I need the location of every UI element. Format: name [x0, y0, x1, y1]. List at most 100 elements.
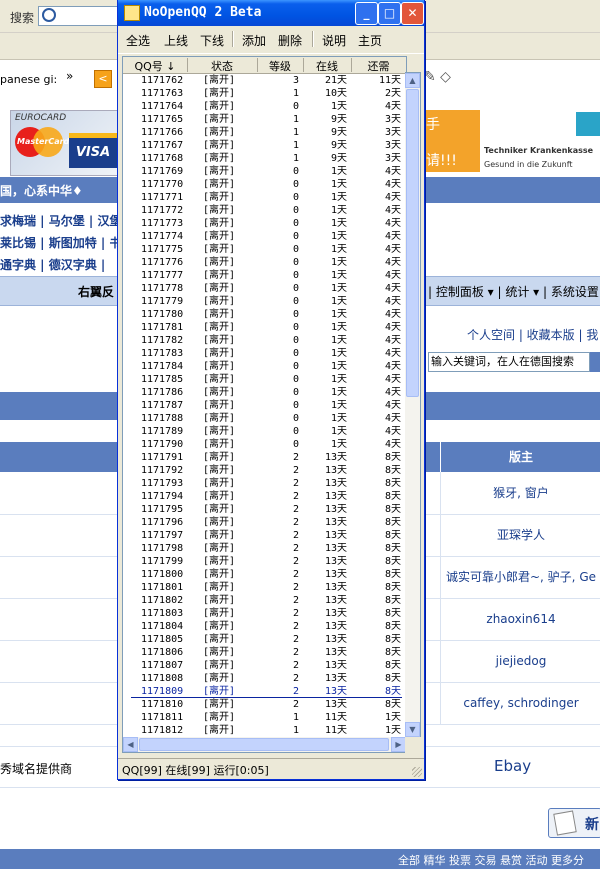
nav-menu[interactable]: | 控制面板 ▾ | 统计 ▾ | 系统设置: [428, 283, 599, 300]
nav-left-text[interactable]: 右翼反: [78, 283, 114, 300]
horizontal-scroll-thumb[interactable]: [139, 738, 389, 751]
column-qq[interactable]: QQ号 ↓: [123, 58, 188, 73]
list-item[interactable]: 1171782 [离开] 0 1天 4天: [123, 334, 406, 347]
list-item[interactable]: 1171811 [离开] 1 11天 1天: [123, 711, 406, 724]
list-item[interactable]: 1171775 [离开] 0 1天 4天: [123, 243, 406, 256]
online-button[interactable]: 上线: [164, 32, 188, 49]
filter-links[interactable]: 全部 精华 投票 交易 悬赏 活动 更多分: [398, 852, 584, 868]
delete-button[interactable]: 删除: [278, 32, 302, 49]
offline-button[interactable]: 下线: [200, 32, 224, 49]
list-item[interactable]: 1171762 [离开] 3 21天 11天: [123, 74, 406, 87]
close-button[interactable]: ✕: [401, 2, 424, 25]
list-item[interactable]: 1171809 [离开] 2 13天 8天: [123, 685, 406, 698]
partner-link-domain[interactable]: 秀域名提供商: [0, 760, 72, 777]
list-item[interactable]: 1171800 [离开] 2 13天 8天: [123, 568, 406, 581]
bookmark-link[interactable]: panese gi:: [0, 73, 57, 86]
list-item[interactable]: 1171795 [离开] 2 13天 8天: [123, 503, 406, 516]
list-item[interactable]: 1171794 [离开] 2 13天 8天: [123, 490, 406, 503]
list-item[interactable]: 1171763 [离开] 1 10天 2天: [123, 87, 406, 100]
maximize-button[interactable]: □: [378, 2, 401, 25]
forum-master[interactable]: jiejiedog: [440, 640, 600, 682]
user-links[interactable]: 个人空间 | 收藏本版 | 我: [467, 326, 598, 343]
scroll-down-icon[interactable]: ▼: [405, 722, 420, 737]
eurocard-ad[interactable]: EUROCARD MasterCard VISA: [10, 110, 124, 176]
list-item[interactable]: 1171767 [离开] 1 9天 3天: [123, 139, 406, 152]
list-item[interactable]: 1171801 [离开] 2 13天 8天: [123, 581, 406, 594]
list-item[interactable]: 1171765 [离开] 1 9天 3天: [123, 113, 406, 126]
list-item[interactable]: 1171796 [离开] 2 13天 8天: [123, 516, 406, 529]
list-item[interactable]: 1171803 [离开] 2 13天 8天: [123, 607, 406, 620]
column-level[interactable]: 等级: [257, 58, 304, 73]
list-item[interactable]: 1171797 [离开] 2 13天 8天: [123, 529, 406, 542]
vertical-scroll-thumb[interactable]: [406, 89, 419, 397]
add-button[interactable]: 添加: [242, 32, 266, 49]
list-item[interactable]: 1171805 [离开] 2 13天 8天: [123, 633, 406, 646]
vertical-scrollbar[interactable]: ▲ ▼: [405, 72, 421, 738]
list-item[interactable]: 1171791 [离开] 2 13天 8天: [123, 451, 406, 464]
horizontal-scrollbar[interactable]: ◀ ▶: [122, 737, 407, 753]
orange-ad[interactable]: 手 请!!!: [424, 110, 480, 172]
forum-master[interactable]: caffey, schrodinger: [440, 682, 600, 724]
list-item[interactable]: 1171799 [离开] 2 13天 8天: [123, 555, 406, 568]
list-item[interactable]: 1171781 [离开] 0 1天 4天: [123, 321, 406, 334]
column-online[interactable]: 在线: [303, 58, 352, 73]
list-item[interactable]: 1171779 [离开] 0 1天 4天: [123, 295, 406, 308]
list-item[interactable]: 1171776 [离开] 0 1天 4天: [123, 256, 406, 269]
forum-search-button[interactable]: [590, 352, 600, 372]
list-item[interactable]: 1171787 [离开] 0 1天 4天: [123, 399, 406, 412]
back-button[interactable]: <: [94, 70, 112, 88]
list-item[interactable]: 1171790 [离开] 0 1天 4天: [123, 438, 406, 451]
forum-search-input[interactable]: 输入关键词，在人在德国搜索: [428, 352, 590, 372]
list-item[interactable]: 1171764 [离开] 0 1天 4天: [123, 100, 406, 113]
list-item[interactable]: 1171770 [离开] 0 1天 4天: [123, 178, 406, 191]
list-item[interactable]: 1171802 [离开] 2 13天 8天: [123, 594, 406, 607]
list-item[interactable]: 1171786 [离开] 0 1天 4天: [123, 386, 406, 399]
list-item[interactable]: 1171771 [离开] 0 1天 4天: [123, 191, 406, 204]
forum-master[interactable]: 猴牙, 窗户: [440, 472, 600, 514]
new-post-button[interactable]: 新: [548, 808, 600, 838]
browser-search-input[interactable]: [38, 6, 120, 26]
qq-list[interactable]: QQ号 ↓ 状态 等级 在线 还需 1171762 [离开] 3 21天 11天 1171…: [122, 56, 407, 738]
scroll-right-icon[interactable]: ▶: [391, 737, 406, 752]
list-item[interactable]: 1171810 [离开] 2 13天 8天: [123, 698, 406, 711]
column-status[interactable]: 状态: [187, 58, 258, 73]
help-button[interactable]: 说明: [322, 32, 346, 49]
list-item[interactable]: 1171807 [离开] 2 13天 8天: [123, 659, 406, 672]
forum-master[interactable]: zhaoxin614: [440, 598, 600, 640]
city-links-row2[interactable]: 莱比锡 | 斯图加特 | 书: [0, 234, 121, 251]
list-item[interactable]: 1171766 [离开] 1 9天 3天: [123, 126, 406, 139]
chevron-icon[interactable]: »: [66, 69, 73, 83]
list-item[interactable]: 1171774 [离开] 0 1天 4天: [123, 230, 406, 243]
list-item[interactable]: 1171784 [离开] 0 1天 4天: [123, 360, 406, 373]
list-item[interactable]: 1171793 [离开] 2 13天 8天: [123, 477, 406, 490]
list-item[interactable]: 1171769 [离开] 0 1天 4天: [123, 165, 406, 178]
list-item[interactable]: 1171812 [离开] 1 11天 1天: [123, 724, 406, 737]
list-item[interactable]: 1171773 [离开] 0 1天 4天: [123, 217, 406, 230]
list-item[interactable]: 1171785 [离开] 0 1天 4天: [123, 373, 406, 386]
list-item[interactable]: 1171777 [离开] 0 1天 4天: [123, 269, 406, 282]
list-item[interactable]: 1171780 [离开] 0 1天 4天: [123, 308, 406, 321]
scroll-left-icon[interactable]: ◀: [123, 737, 138, 752]
list-item[interactable]: 1171806 [离开] 2 13天 8天: [123, 646, 406, 659]
column-remaining[interactable]: 还需: [351, 58, 406, 73]
dictionary-links[interactable]: 通字典 | 德汉字典 |: [0, 256, 105, 273]
list-item[interactable]: 1171804 [离开] 2 13天 8天: [123, 620, 406, 633]
scroll-up-icon[interactable]: ▲: [405, 73, 420, 88]
city-links-row1[interactable]: 求梅瑞 | 马尔堡 | 汉堡: [0, 212, 121, 229]
list-item[interactable]: 1171792 [离开] 2 13天 8天: [123, 464, 406, 477]
forum-master[interactable]: 诚实可靠小郎君~, 驴子, Ge: [440, 556, 600, 598]
list-item[interactable]: 1171789 [离开] 0 1天 4天: [123, 425, 406, 438]
list-item[interactable]: 1171768 [离开] 1 9天 3天: [123, 152, 406, 165]
toolbar-tools-icon[interactable]: ✎ ◇: [424, 69, 451, 85]
resize-grip-icon[interactable]: [412, 767, 422, 777]
minimize-button[interactable]: _: [355, 2, 378, 25]
list-item[interactable]: 1171808 [离开] 2 13天 8天: [123, 672, 406, 685]
list-item[interactable]: 1171788 [离开] 0 1天 4天: [123, 412, 406, 425]
partner-link-ebay[interactable]: Ebay: [494, 757, 531, 775]
list-item[interactable]: 1171798 [离开] 2 13天 8天: [123, 542, 406, 555]
select-all-button[interactable]: 全选: [126, 32, 150, 49]
list-item[interactable]: 1171772 [离开] 0 1天 4天: [123, 204, 406, 217]
window-titlebar[interactable]: NoOpenQQ 2 Beta _ □ ✕: [118, 0, 424, 26]
forum-master[interactable]: 亚琛学人: [440, 514, 600, 556]
homepage-button[interactable]: 主页: [358, 32, 382, 49]
